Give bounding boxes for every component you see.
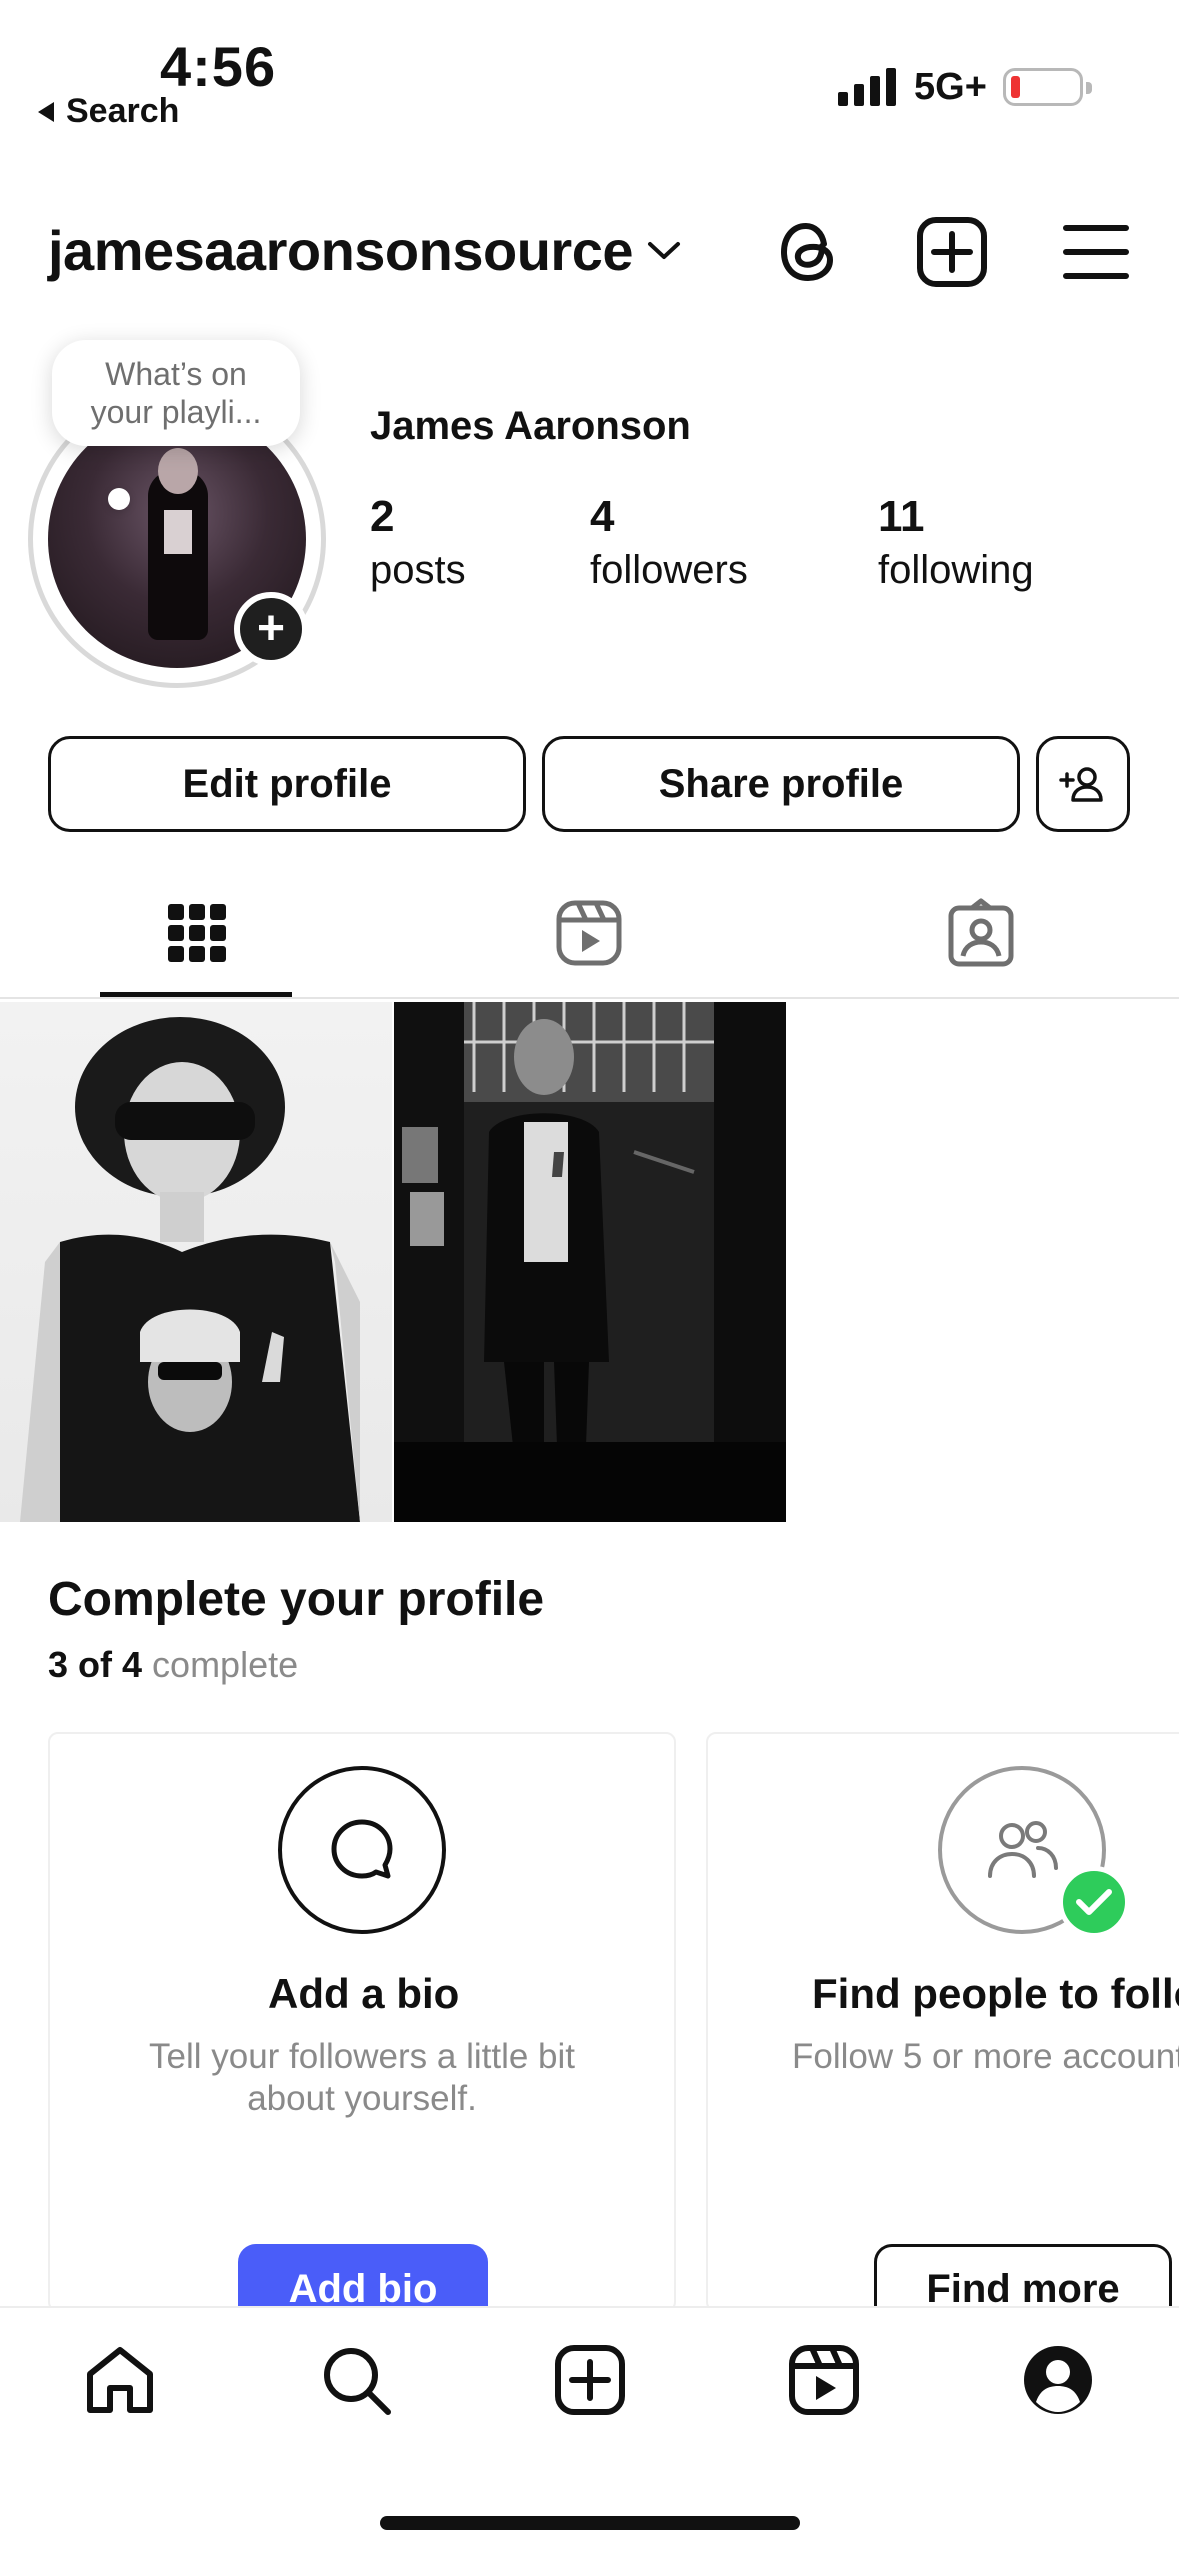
speech-bubble-icon (331, 1819, 393, 1879)
post-thumbnail[interactable] (0, 1002, 392, 1522)
grid-tab-icon[interactable] (162, 898, 232, 968)
find-people-description: Follow 5 or more accounts. (792, 2037, 1179, 2076)
username-switcher[interactable]: jamesaaronsonsource (48, 218, 681, 283)
bio-circle (278, 1766, 446, 1934)
chevron-down-icon (647, 241, 680, 259)
note-line-1: What’s on (105, 355, 247, 392)
back-to-search[interactable]: Search (36, 92, 179, 131)
followers-count[interactable]: 4 (590, 492, 614, 542)
threads-icon[interactable] (770, 214, 846, 290)
create-post-icon[interactable] (914, 214, 990, 290)
home-icon[interactable] (82, 2342, 158, 2418)
edit-profile-button[interactable]: Edit profile (48, 736, 526, 832)
tagged-tab-icon[interactable] (946, 898, 1016, 968)
home-indicator (380, 2516, 800, 2530)
back-triangle-icon (38, 101, 54, 122)
following-label[interactable]: following (878, 548, 1034, 593)
back-label: Search (66, 92, 180, 130)
create-icon[interactable] (552, 2342, 628, 2418)
add-story-icon[interactable]: + (234, 592, 308, 666)
search-icon[interactable] (318, 2342, 394, 2418)
signal-icon (838, 66, 896, 106)
progress-count: 3 of 4 (48, 1644, 143, 1685)
people-icon (988, 1821, 1058, 1878)
discover-people-button[interactable] (1036, 736, 1130, 832)
reels-icon[interactable] (786, 2342, 862, 2418)
username: jamesaaronsonsource (48, 219, 633, 282)
profile-icon[interactable] (1020, 2342, 1096, 2418)
post-thumbnail[interactable] (394, 1002, 786, 1522)
battery-icon (1003, 68, 1092, 106)
posts-label[interactable]: posts (370, 548, 466, 593)
menu-icon[interactable] (1058, 214, 1134, 290)
add-bio-desc-line-1: Tell your followers a little bit (149, 2037, 575, 2076)
following-count[interactable]: 11 (878, 492, 925, 542)
reels-tab-icon[interactable] (554, 898, 624, 968)
complete-profile-title: Complete your profile (48, 1573, 545, 1626)
network-label: 5G+ (914, 66, 987, 108)
add-bio-description: Tell your followers a little bit about y… (126, 2036, 598, 2120)
note-line-2: your playli... (90, 394, 262, 430)
complete-profile-progress: 3 of 4 complete (48, 1644, 298, 1686)
share-profile-button[interactable]: Share profile (542, 736, 1020, 832)
tab-divider (0, 997, 1179, 999)
progress-word: complete (152, 1644, 299, 1685)
add-bio-desc-line-2: about yourself. (247, 2079, 477, 2118)
completed-check-icon (1058, 1866, 1130, 1938)
note-bubble-tail (108, 488, 130, 510)
find-people-title: Find people to follow (812, 1970, 1179, 2017)
followers-label[interactable]: followers (590, 548, 748, 593)
status-time: 4:56 (160, 35, 277, 98)
add-bio-title: Add a bio (268, 1970, 460, 2017)
note-bubble[interactable]: What’s on your playli... (52, 340, 300, 446)
posts-count[interactable]: 2 (370, 492, 394, 542)
add-person-icon (1059, 767, 1103, 802)
find-people-card (706, 1732, 1179, 2312)
profile-full-name: James Aaronson (370, 404, 691, 448)
